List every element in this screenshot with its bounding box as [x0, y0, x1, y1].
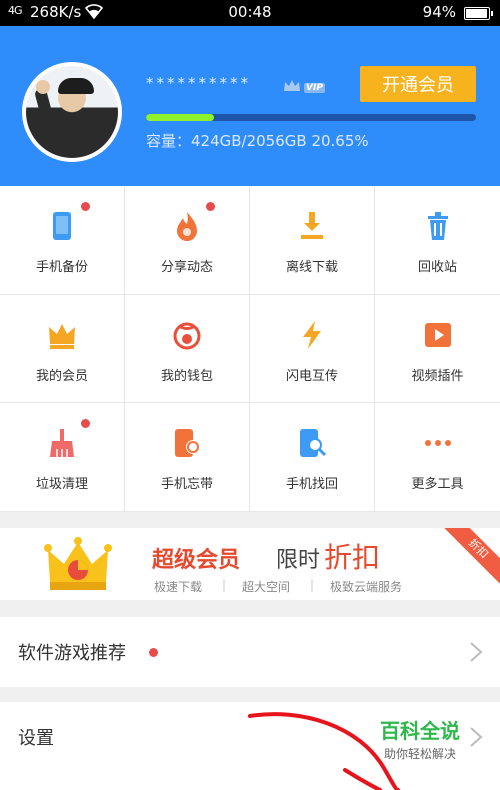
watermark: 百科全说 助你轻松解决 [380, 715, 460, 762]
banner-feature: 极速下载 [154, 580, 203, 594]
tool-label: 视频插件 [411, 368, 464, 384]
tool-download[interactable]: 离线下载 [250, 186, 375, 295]
trash-icon [427, 212, 448, 240]
tool-crown[interactable]: 我的会员 [0, 294, 125, 404]
super-vip-banner[interactable]: 超级会员 限时 折扣 极速下载 | 超大空间 | 极致云端服务 折扣 [0, 528, 500, 600]
tool-lightning[interactable]: 闪电互传 [250, 294, 375, 404]
avatar[interactable] [22, 62, 122, 162]
tool-label: 离线下载 [285, 260, 338, 275]
notification-dot [81, 419, 90, 429]
tool-label: 垃圾清理 [35, 477, 88, 493]
vip-crown-icon [284, 80, 300, 91]
watermark-title: 百科全说 [380, 719, 460, 743]
notification-dot [81, 202, 90, 211]
tool-label: 手机找回 [285, 477, 338, 493]
tool-flame[interactable]: 分享动态 [125, 186, 250, 295]
lightning-icon [303, 320, 321, 349]
phone-backup-icon [53, 212, 71, 240]
chevron-right-icon [470, 642, 483, 662]
banner-feature: 极致云端服务 [330, 580, 403, 594]
tool-wallet[interactable]: 我的钱包 [125, 294, 250, 404]
banner-title: 超级会员 [152, 548, 241, 573]
battery-percent: 94% [422, 3, 456, 21]
tools-grid: 手机备份 分享动态 离线下载 回收站我的会员 我的钱包 闪电互传 视频插件垃圾清理 手机忘带 手… [0, 186, 500, 512]
chevron-right-icon [470, 727, 483, 747]
open-vip-button[interactable]: 开通会员 [360, 66, 476, 102]
phone-search-icon [300, 429, 327, 458]
battery-icon [464, 7, 493, 20]
banner-feature: 超大空间 [242, 580, 291, 594]
tool-phone-search[interactable]: 手机找回 [250, 403, 375, 512]
tool-label: 闪电互传 [285, 368, 338, 384]
vip-label: VIP [304, 83, 325, 93]
tool-video-play[interactable]: 视频插件 [375, 295, 500, 404]
status-bar: 4G 268K/s 00:48 94% [0, 0, 500, 26]
username: ********** [146, 74, 251, 92]
video-play-icon [424, 322, 451, 347]
broom-icon [50, 429, 74, 458]
banner-subtitle: 限时 [276, 548, 321, 573]
download-icon [301, 212, 323, 239]
tool-trash[interactable]: 回收站 [375, 186, 500, 295]
phone-remote-icon [175, 429, 200, 458]
tool-label: 手机忘带 [160, 477, 213, 493]
vip-badge: VIP [282, 76, 326, 96]
storage-progress-bar [146, 114, 476, 121]
tool-broom[interactable]: 垃圾清理 [0, 403, 125, 512]
wallet-icon [173, 322, 201, 350]
tool-more-dots[interactable]: 更多工具 [375, 403, 500, 512]
tool-phone-backup[interactable]: 手机备份 [0, 186, 125, 295]
banner-highlight: 折扣 [324, 541, 381, 574]
profile-header: ********** VIP 开通会员 容量：424GB/2056GB 20.6… [0, 26, 500, 186]
list-item-software-games[interactable]: 软件游戏推荐 [0, 617, 500, 687]
watermark-subtitle: 助你轻松解决 [383, 747, 456, 761]
tool-label: 更多工具 [411, 477, 464, 493]
banner-separator: | [310, 578, 315, 592]
flame-icon [177, 212, 197, 241]
tool-label: 手机备份 [35, 260, 88, 275]
crown-icon [49, 323, 75, 349]
tool-phone-remote[interactable]: 手机忘带 [125, 403, 250, 512]
capacity-text: 容量：424GB/2056GB 20.65% [146, 132, 369, 150]
more-dots-icon [424, 440, 451, 447]
notification-dot [206, 202, 215, 211]
tool-label: 我的钱包 [160, 368, 213, 384]
list-item-label: 设置 [18, 728, 54, 749]
notification-dot [149, 648, 158, 657]
tool-label: 分享动态 [160, 260, 213, 275]
banner-separator: | [222, 578, 227, 592]
list-item-label: 软件游戏推荐 [18, 643, 126, 664]
tool-label: 我的会员 [35, 368, 88, 384]
discount-ribbon: 折扣 [440, 528, 500, 587]
tool-label: 回收站 [417, 260, 457, 275]
crown-icon [44, 537, 112, 590]
